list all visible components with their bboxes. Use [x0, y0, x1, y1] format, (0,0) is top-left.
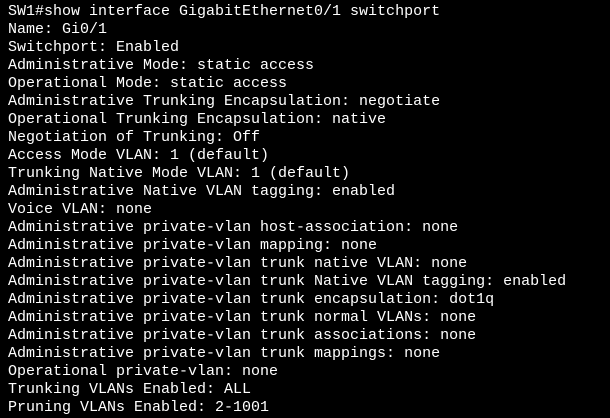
output-line: Administrative Trunking Encapsulation: n…	[8, 93, 441, 110]
output-line: Pruning VLANs Enabled: 2-1001	[8, 399, 270, 416]
output-line: Operational private-vlan: none	[8, 363, 279, 380]
output-line: Administrative Native VLAN tagging: enab…	[8, 183, 396, 200]
output-line: Access Mode VLAN: 1 (default)	[8, 147, 270, 164]
terminal-window[interactable]: SW1#show interface GigabitEthernet0/1 sw…	[0, 0, 610, 418]
output-line: Administrative private-vlan trunk Native…	[8, 273, 567, 290]
output-line: Voice VLAN: none	[8, 201, 153, 218]
output-line: Administrative Mode: static access	[8, 57, 315, 74]
output-line: Negotiation of Trunking: Off	[8, 129, 261, 146]
output-line: Administrative private-vlan trunk native…	[8, 255, 468, 272]
output-line: Trunking VLANs Enabled: ALL	[8, 381, 252, 398]
output-line: Operational Trunking Encapsulation: nati…	[8, 111, 387, 128]
output-line: Administrative private-vlan trunk mappin…	[8, 345, 441, 362]
output-line: Trunking Native Mode VLAN: 1 (default)	[8, 165, 351, 182]
output-line: Name: Gi0/1	[8, 21, 108, 38]
output-line: Administrative private-vlan trunk normal…	[8, 309, 477, 326]
output-line: Administrative private-vlan trunk encaps…	[8, 291, 495, 308]
command-prompt-line: SW1#show interface GigabitEthernet0/1 sw…	[8, 3, 441, 20]
output-line: Administrative private-vlan mapping: non…	[8, 237, 378, 254]
output-line: Switchport: Enabled	[8, 39, 180, 56]
output-line: Administrative private-vlan host-associa…	[8, 219, 459, 236]
output-line: Administrative private-vlan trunk associ…	[8, 327, 477, 344]
output-line: Operational Mode: static access	[8, 75, 288, 92]
